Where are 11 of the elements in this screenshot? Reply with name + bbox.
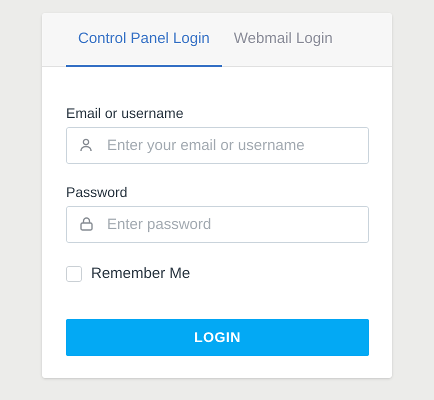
tab[interactable]: Webmail Login — [222, 13, 345, 67]
user-icon — [80, 138, 92, 152]
login-button[interactable]: LOGIN — [66, 318, 369, 356]
lock-icon — [80, 217, 93, 231]
remember-label: Remember Me — [91, 264, 190, 284]
input-field[interactable]: Enter your email or username — [66, 127, 369, 164]
tab[interactable]: Control Panel Login — [66, 13, 222, 67]
field-label: Email or username — [66, 105, 184, 121]
remember-checkbox[interactable] — [66, 266, 82, 282]
field-label: Password — [66, 184, 128, 200]
input-field[interactable]: Enter password — [66, 206, 369, 243]
